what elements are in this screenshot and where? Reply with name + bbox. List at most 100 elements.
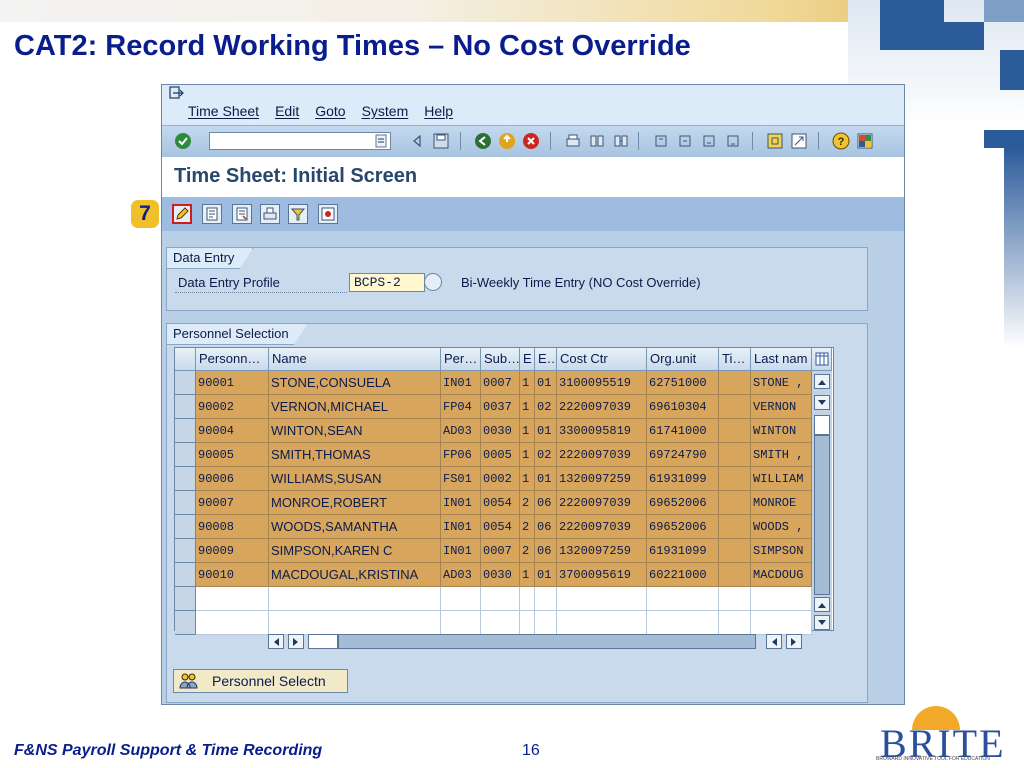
column-header[interactable]: Name: [269, 348, 441, 371]
row-selector[interactable]: [175, 467, 196, 491]
enter-check-icon[interactable]: [174, 132, 192, 150]
row-selector[interactable]: [175, 395, 196, 419]
table-cell: [719, 467, 751, 491]
collapse-triangle-icon[interactable]: [408, 132, 426, 150]
scroll-track[interactable]: [814, 435, 830, 595]
column-header[interactable]: Ti…: [719, 348, 751, 371]
row-selector[interactable]: [175, 587, 196, 611]
row-selector[interactable]: [175, 443, 196, 467]
table-cell: MONROE,ROBERT: [269, 491, 441, 515]
personnel-selection-button[interactable]: Personnel Selectn: [173, 669, 348, 693]
vertical-scrollbar[interactable]: [812, 371, 832, 630]
scroll-thumb[interactable]: [814, 415, 830, 435]
column-header[interactable]: Per…: [441, 348, 481, 371]
table-cell: [520, 611, 535, 635]
print-icon[interactable]: [564, 132, 582, 150]
profile-input[interactable]: BCPS-2: [349, 273, 425, 292]
find-next-icon[interactable]: [612, 132, 630, 150]
profile-label: Data Entry Profile: [178, 275, 280, 290]
table-cell: 60221000: [647, 563, 719, 587]
row-selector[interactable]: [175, 563, 196, 587]
table-row[interactable]: 90004 WINTON,SEAN AD03 0030 1 01 3300095819 617…: [175, 419, 812, 443]
table-row[interactable]: 90002 VERNON,MICHAEL FP04 0037 1 02 2220097039…: [175, 395, 812, 419]
scroll-down-icon[interactable]: [814, 395, 830, 410]
column-header[interactable]: Cost Ctr: [557, 348, 647, 371]
table-row[interactable]: 90009 SIMPSON,KAREN C IN01 0007 2 06 132009725…: [175, 539, 812, 563]
possible-entries-icon[interactable]: [424, 273, 442, 291]
display-details-button[interactable]: [232, 204, 252, 224]
scroll-down-icon[interactable]: [814, 615, 830, 630]
help-icon[interactable]: ?: [832, 132, 850, 150]
table-cell: 1: [520, 443, 535, 467]
scroll-right-icon[interactable]: [288, 634, 304, 649]
display-times-button[interactable]: [202, 204, 222, 224]
table-cell: 3700095619: [557, 563, 647, 587]
next-page-icon[interactable]: [700, 132, 718, 150]
scroll-up-icon[interactable]: [814, 374, 830, 389]
table-cell: WINTON: [751, 419, 812, 443]
exit-icon[interactable]: [498, 132, 516, 150]
column-header[interactable]: Personn…: [196, 348, 269, 371]
table-cell: 2: [520, 515, 535, 539]
first-page-icon[interactable]: [652, 132, 670, 150]
table-cell: 1320097259: [557, 539, 647, 563]
table-cell: [751, 611, 812, 635]
menu-goto[interactable]: Goto: [315, 103, 345, 119]
scroll-up-icon[interactable]: [814, 597, 830, 612]
horizontal-scrollbar[interactable]: [268, 633, 768, 651]
row-selector[interactable]: [175, 419, 196, 443]
menu-time-sheet[interactable]: Time Sheet: [188, 103, 259, 119]
hscroll-track[interactable]: [338, 634, 756, 649]
table-row[interactable]: 90005 SMITH,THOMAS FP06 0005 1 02 2220097039 69…: [175, 443, 812, 467]
table-cell: 90010: [196, 563, 269, 587]
settings-button[interactable]: [318, 204, 338, 224]
scroll-right-icon[interactable]: [786, 634, 802, 649]
shortcut-icon[interactable]: [790, 132, 808, 150]
last-page-icon[interactable]: [724, 132, 742, 150]
column-header[interactable]: Sub…: [481, 348, 520, 371]
create-session-icon[interactable]: [766, 132, 784, 150]
table-row[interactable]: 90006 WILLIAMS,SUSAN FS01 0002 1 01 1320097259…: [175, 467, 812, 491]
scroll-left-icon[interactable]: [766, 634, 782, 649]
enter-times-button[interactable]: [172, 204, 192, 224]
hscroll-thumb[interactable]: [308, 634, 338, 649]
row-selector[interactable]: [175, 491, 196, 515]
column-header[interactable]: E…: [535, 348, 557, 371]
table-cell: [520, 587, 535, 611]
find-icon[interactable]: [588, 132, 606, 150]
table-cell: WILLIAMS,SUSAN: [269, 467, 441, 491]
table-row[interactable]: [175, 611, 812, 635]
menu-system-icon[interactable]: [169, 86, 185, 100]
row-selector[interactable]: [175, 371, 196, 395]
row-selector[interactable]: [175, 515, 196, 539]
menu-help[interactable]: Help: [424, 103, 453, 119]
row-selector[interactable]: [175, 611, 196, 635]
previous-page-icon[interactable]: [676, 132, 694, 150]
table-row[interactable]: 90001 STONE,CONSUELA IN01 0007 1 01 3100095519…: [175, 371, 812, 395]
filter-button[interactable]: [288, 204, 308, 224]
table-cell: 06: [535, 515, 557, 539]
row-selector[interactable]: [175, 539, 196, 563]
layout-menu-icon[interactable]: [856, 132, 874, 150]
column-header[interactable]: Last nam: [751, 348, 812, 371]
column-config-icon[interactable]: [812, 348, 832, 371]
print-times-button[interactable]: [260, 204, 280, 224]
column-header[interactable]: E: [520, 348, 535, 371]
table-row[interactable]: [175, 587, 812, 611]
table-row[interactable]: 90010 MACDOUGAL,KRISTINA AD03 0030 1 01 370009…: [175, 563, 812, 587]
back-icon[interactable]: [474, 132, 492, 150]
save-icon[interactable]: [432, 132, 450, 150]
table-row[interactable]: 90008 WOODS,SAMANTHA IN01 0054 2 06 2220097039…: [175, 515, 812, 539]
table-cell: [535, 587, 557, 611]
table-cell: [719, 515, 751, 539]
table-row[interactable]: 90007 MONROE,ROBERT IN01 0054 2 06 2220097039 6…: [175, 491, 812, 515]
command-field[interactable]: [209, 132, 391, 150]
select-all-header[interactable]: [175, 348, 196, 371]
scroll-left-icon[interactable]: [268, 634, 284, 649]
command-history-icon[interactable]: [375, 134, 387, 148]
menu-edit[interactable]: Edit: [275, 103, 299, 119]
menu-system[interactable]: System: [362, 103, 409, 119]
table-cell: 69724790: [647, 443, 719, 467]
cancel-icon[interactable]: [522, 132, 540, 150]
column-header[interactable]: Org.unit: [647, 348, 719, 371]
